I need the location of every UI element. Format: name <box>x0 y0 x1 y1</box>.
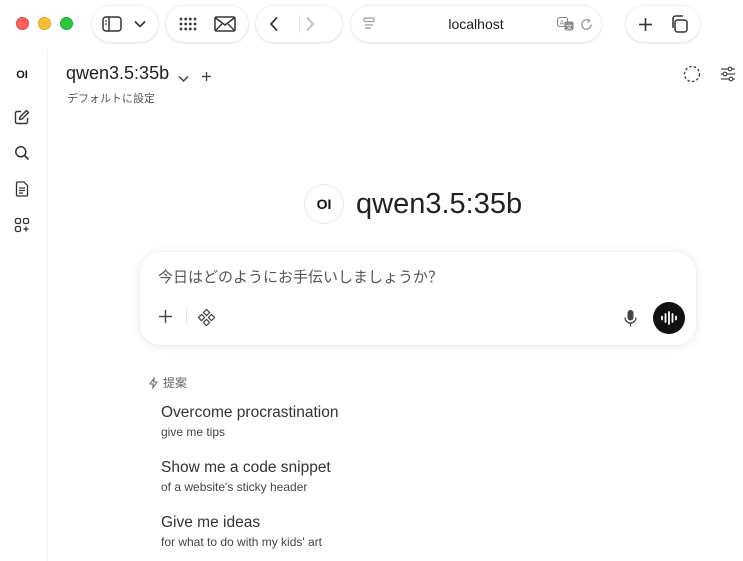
divider <box>186 309 187 325</box>
suggestion-subtitle: give me tips <box>161 425 226 439</box>
suggestion-subtitle: for what to do with my kids' art <box>161 535 323 549</box>
controls-icon[interactable] <box>720 66 736 86</box>
suggestion-title: Give me ideas <box>161 514 261 531</box>
tabs-overview-icon[interactable] <box>668 6 690 42</box>
new-tab-icon[interactable] <box>634 6 656 42</box>
notes-icon <box>15 181 29 197</box>
hero-model-title: qwen3.5:35b <box>356 188 523 220</box>
chevron-down-icon[interactable] <box>178 68 189 87</box>
grid-icon[interactable] <box>176 6 200 42</box>
voice-mode-button[interactable] <box>653 302 685 334</box>
extensions-group <box>166 6 248 42</box>
zoom-button[interactable] <box>60 17 73 30</box>
workspace-icon <box>14 217 30 233</box>
temporary-chat-icon[interactable] <box>683 65 701 87</box>
suggestion-subtitle: of a website's sticky header <box>161 480 308 494</box>
workspace-button[interactable] <box>8 211 36 239</box>
plus-icon[interactable] <box>158 309 173 328</box>
minimize-button[interactable] <box>38 17 51 30</box>
avatar-text: OI <box>316 196 332 212</box>
chevron-down-icon[interactable] <box>130 6 150 42</box>
suggestion-item[interactable]: Show me a code snippet of a website's st… <box>161 459 521 494</box>
model-name: qwen3.5:35b <box>66 63 170 83</box>
search-button[interactable] <box>8 139 36 167</box>
suggestion-title: Overcome procrastination <box>161 404 339 421</box>
back-arrow-icon[interactable] <box>262 6 286 42</box>
forward-arrow-icon[interactable] <box>298 6 322 42</box>
navigation-group <box>256 6 342 42</box>
logo-text: OI <box>16 69 28 81</box>
suggestion-item[interactable]: Give me ideas for what to do with my kid… <box>161 514 521 549</box>
new-chat-icon <box>14 109 30 125</box>
reload-icon[interactable] <box>577 6 595 42</box>
suggestions-header: 提案 <box>148 374 187 391</box>
model-avatar: OI <box>304 184 344 224</box>
search-icon <box>15 146 30 161</box>
set-default-link[interactable]: デフォルトに設定 <box>67 90 155 106</box>
microphone-icon[interactable] <box>624 309 637 332</box>
browser-toolbar: localhost A文 <box>0 0 743 50</box>
mail-icon[interactable] <box>212 6 238 42</box>
translate-icon[interactable]: A文 <box>555 6 575 42</box>
bolt-icon <box>149 376 158 389</box>
new-chat-button[interactable] <box>8 103 36 131</box>
close-button[interactable] <box>16 17 29 30</box>
tab-actions-group <box>626 6 700 42</box>
add-model-icon[interactable] <box>201 67 212 86</box>
voice-mode-icon <box>661 311 677 325</box>
sidebar-toggle-group <box>92 6 158 42</box>
suggestions-heading: 提案 <box>163 376 188 390</box>
svg-text:A: A <box>559 19 564 27</box>
sidebar-logo[interactable]: OI <box>8 61 36 89</box>
chat-input-card: 今日はどのようにお手伝いしましょうか？ <box>140 252 696 345</box>
sidebar: OI <box>0 50 48 561</box>
chat-input[interactable]: 今日はどのようにお手伝いしましょうか？ <box>158 266 443 287</box>
suggestion-item[interactable]: Overcome procrastination give me tips <box>161 404 521 439</box>
suggestion-title: Show me a code snippet <box>161 459 331 476</box>
model-selector[interactable]: qwen3.5:35b <box>66 63 169 84</box>
svg-text:文: 文 <box>566 22 573 31</box>
integrations-icon[interactable] <box>197 308 216 330</box>
notes-button[interactable] <box>8 175 36 203</box>
address-bar[interactable]: localhost A文 <box>351 6 601 42</box>
sidebar-toggle-icon[interactable] <box>100 6 124 42</box>
